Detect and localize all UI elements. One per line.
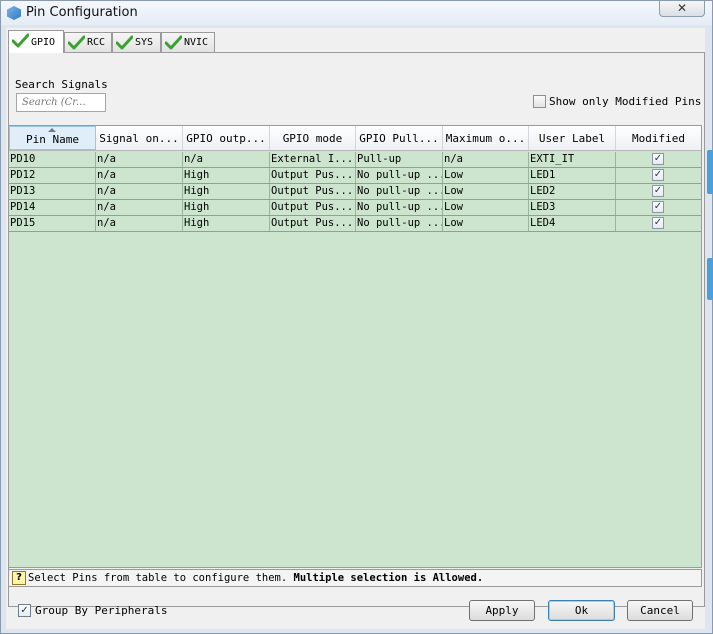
dialog-body: GPIO RCC SYS NVIC Search Signals Show on…: [6, 28, 705, 629]
cell-maximum-output: Low: [443, 168, 529, 183]
cell-signal: n/a: [96, 168, 183, 183]
cell-pin-name: PD14: [9, 200, 96, 215]
show-only-modified-checkbox[interactable]: [533, 95, 546, 108]
modified-checkbox[interactable]: ✓: [652, 153, 664, 165]
group-by-peripherals-checkbox[interactable]: ✓: [18, 604, 31, 617]
search-input[interactable]: [16, 93, 106, 112]
cell-gpio-mode: External I...: [270, 152, 356, 167]
column-header-user-label[interactable]: User Label: [529, 126, 616, 150]
cell-user-label: EXTI_IT: [529, 152, 616, 167]
cell-signal: n/a: [96, 216, 183, 231]
column-header-modified[interactable]: Modified: [616, 126, 701, 150]
tab-label: RCC: [87, 37, 106, 48]
cell-gpio-pull: Pull-up: [356, 152, 443, 167]
column-header-gpio-pull[interactable]: GPIO Pull...: [356, 126, 443, 150]
table-row[interactable]: PD12 n/a High Output Pus... No pull-up .…: [9, 168, 701, 184]
app-cube-icon: [7, 6, 21, 20]
cell-gpio-mode: Output Pus...: [270, 184, 356, 199]
modified-checkbox[interactable]: ✓: [652, 185, 664, 197]
column-header-pin-name[interactable]: Pin Name: [9, 126, 96, 150]
table-row[interactable]: PD13 n/a High Output Pus... No pull-up .…: [9, 184, 701, 200]
cell-gpio-mode: Output Pus...: [270, 216, 356, 231]
modified-checkbox[interactable]: ✓: [652, 217, 664, 229]
window-edge-accent: [707, 150, 713, 194]
modified-checkbox[interactable]: ✓: [652, 201, 664, 213]
show-only-modified-label: Show only Modified Pins: [549, 95, 702, 108]
cell-maximum-output: n/a: [443, 152, 529, 167]
cell-gpio-mode: Output Pus...: [270, 168, 356, 183]
pin-configuration-window: Pin Configuration ✕ GPIO RCC SYS NVIC Se…: [0, 0, 713, 634]
cell-user-label: LED4: [529, 216, 616, 231]
cell-pin-name: PD15: [9, 216, 96, 231]
window-edge-accent: [707, 258, 713, 300]
modified-checkbox[interactable]: ✓: [652, 169, 664, 181]
pin-table: Pin Name Signal on... GPIO outp... GPIO …: [8, 125, 702, 568]
cell-user-label: LED3: [529, 200, 616, 215]
green-check-icon: [68, 35, 85, 50]
status-message: Select Pins from table to configure them…: [28, 572, 483, 584]
sort-ascending-icon: [48, 128, 56, 132]
green-check-icon: [165, 35, 182, 50]
cell-user-label: LED1: [529, 168, 616, 183]
apply-button[interactable]: Apply: [469, 600, 535, 621]
cell-gpio-output: High: [183, 216, 270, 231]
cell-gpio-pull: No pull-up ...: [357, 200, 443, 215]
ok-button[interactable]: Ok: [548, 600, 615, 621]
cancel-button[interactable]: Cancel: [627, 600, 693, 621]
status-text: Select Pins from table to configure them…: [28, 572, 288, 584]
column-header-gpio-mode[interactable]: GPIO mode: [270, 126, 356, 150]
table-header: Pin Name Signal on... GPIO outp... GPIO …: [9, 126, 701, 151]
table-row[interactable]: PD15 n/a High Output Pus... No pull-up .…: [9, 216, 701, 232]
cell-gpio-pull: No pull-up ...: [357, 168, 443, 183]
cell-maximum-output: Low: [443, 184, 529, 199]
column-header-label: Pin Name: [26, 133, 79, 146]
tab-sys[interactable]: SYS: [112, 32, 161, 52]
tab-label: GPIO: [31, 37, 56, 48]
title-bar[interactable]: Pin Configuration ✕: [1, 1, 712, 25]
cell-signal: n/a: [96, 200, 183, 215]
cell-pin-name: PD12: [9, 168, 96, 183]
window-title: Pin Configuration: [26, 5, 138, 20]
tab-nvic[interactable]: NVIC: [161, 32, 215, 52]
green-check-icon: [116, 35, 133, 50]
status-bar: ? Select Pins from table to configure th…: [8, 569, 702, 587]
group-by-peripherals-label: Group By Peripherals: [35, 604, 168, 617]
cell-maximum-output: Low: [443, 216, 529, 231]
tab-gpio[interactable]: GPIO: [8, 30, 64, 53]
cell-gpio-output: High: [183, 184, 270, 199]
status-bold-text: Multiple selection is Allowed.: [293, 572, 484, 584]
help-icon: ?: [12, 571, 26, 585]
column-header-maximum-output[interactable]: Maximum o...: [443, 126, 529, 150]
cell-gpio-output: High: [183, 200, 270, 215]
tab-label: SYS: [135, 37, 154, 48]
cell-signal: n/a: [96, 184, 183, 199]
tab-rcc[interactable]: RCC: [64, 32, 112, 52]
cell-gpio-pull: No pull-up ...: [357, 184, 443, 199]
cell-gpio-output: High: [183, 168, 270, 183]
cell-gpio-mode: Output Pus...: [270, 200, 356, 215]
green-check-icon: [12, 33, 29, 48]
cell-user-label: LED2: [529, 184, 616, 199]
cell-pin-name: PD10: [9, 152, 96, 167]
close-button[interactable]: ✕: [659, 1, 705, 17]
cell-maximum-output: Low: [443, 200, 529, 215]
cell-gpio-pull: No pull-up ...: [357, 216, 443, 231]
search-signals-label: Search Signals: [15, 78, 108, 91]
cell-gpio-output: n/a: [183, 152, 270, 167]
table-row[interactable]: PD10 n/a n/a External I... Pull-up n/a E…: [9, 152, 701, 168]
cell-pin-name: PD13: [9, 184, 96, 199]
column-header-gpio-output[interactable]: GPIO outp...: [183, 126, 270, 150]
table-row[interactable]: PD14 n/a High Output Pus... No pull-up .…: [9, 200, 701, 216]
tab-label: NVIC: [184, 37, 209, 48]
cell-signal: n/a: [96, 152, 183, 167]
column-header-signal[interactable]: Signal on...: [96, 126, 183, 150]
